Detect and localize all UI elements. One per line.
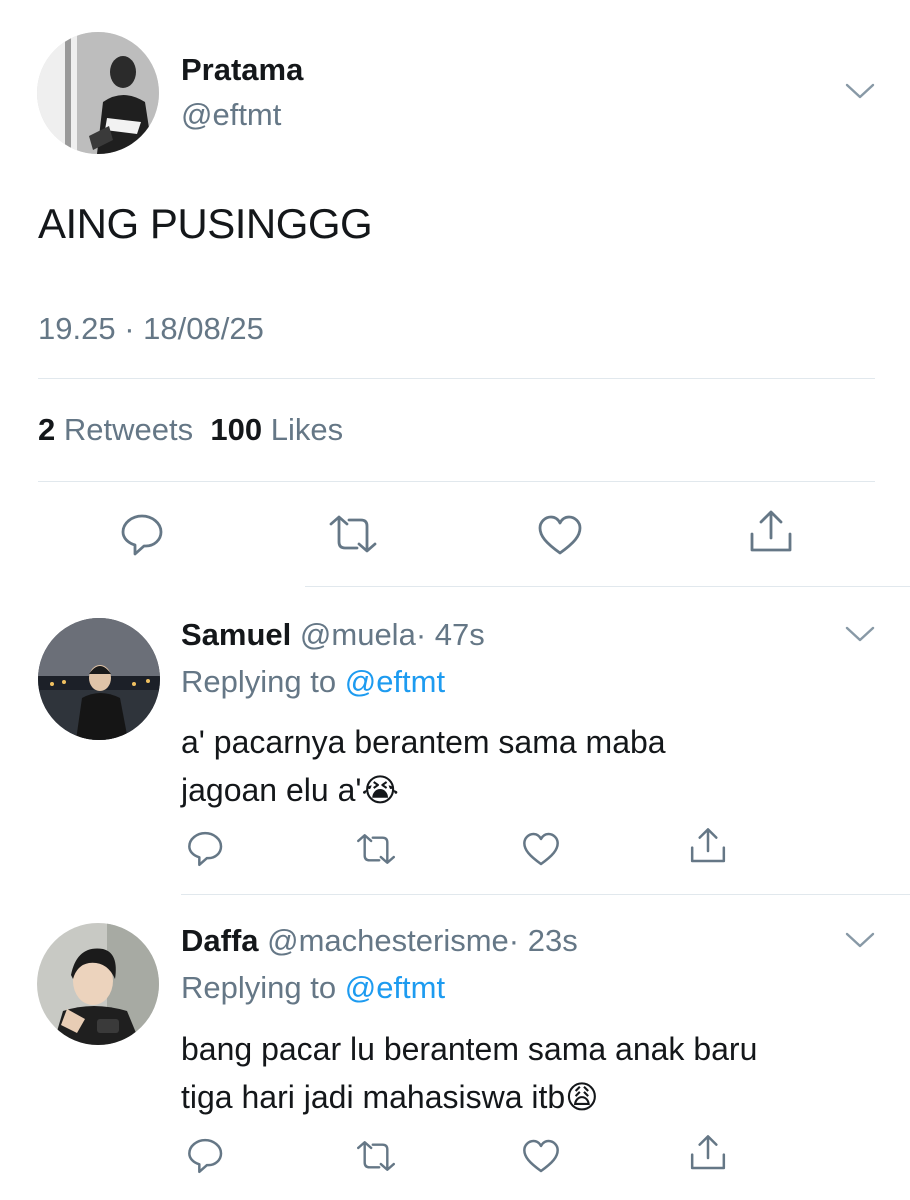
reply-header: Samuel @muela· 47s — [181, 617, 485, 653]
reply-author-handle[interactable]: @machesterisme — [267, 923, 509, 958]
likes-count: 100 — [210, 412, 263, 447]
divider — [181, 894, 910, 895]
divider — [305, 586, 910, 587]
replying-to: Replying to @eftmt — [181, 970, 445, 1006]
like-button[interactable] — [521, 830, 561, 868]
chevron-down-icon[interactable] — [845, 931, 875, 954]
crying-face-emoji: 😭 — [361, 772, 399, 808]
divider — [38, 378, 875, 379]
likes-stat[interactable]: 100 Likes — [210, 412, 343, 447]
reply-text-content: tiga hari jadi mahasiswa itb — [181, 1079, 566, 1115]
reply-button[interactable] — [186, 1137, 226, 1175]
reply-text: bang pacar lu berantem sama anak baru ti… — [181, 1025, 757, 1121]
share-button[interactable] — [688, 1133, 728, 1173]
share-button[interactable] — [688, 826, 728, 866]
timestamp-separator: · — [115, 311, 144, 346]
tweet-text: AING PUSINGGG — [38, 200, 373, 247]
reply-text-line: jagoan elu a'😭 — [181, 766, 666, 814]
tweet-stats: 2 Retweets 100 Likes — [38, 412, 343, 448]
reply-text: a' pacarnya berantem sama maba jagoan el… — [181, 718, 666, 814]
reply-text-content: jagoan elu a' — [181, 772, 362, 808]
tweet-time: 19.25 — [38, 311, 116, 346]
retweets-stat[interactable]: 2 Retweets — [38, 412, 193, 447]
replying-handle-link[interactable]: @eftmt — [345, 970, 445, 1005]
reply-age[interactable]: · 47s — [416, 617, 485, 652]
retweets-count: 2 — [38, 412, 56, 447]
share-button[interactable] — [747, 508, 795, 556]
reply-author-name[interactable]: Daffa — [181, 923, 259, 958]
reply-button[interactable] — [119, 513, 167, 557]
author-handle[interactable]: @eftmt — [181, 97, 281, 133]
replying-handle-link[interactable]: @eftmt — [345, 664, 445, 699]
retweet-button[interactable] — [355, 1139, 397, 1173]
reply-text-line: bang pacar lu berantem sama anak baru — [181, 1031, 758, 1067]
reply-author-handle[interactable]: @muela — [300, 617, 416, 652]
author-name[interactable]: Pratama — [181, 52, 303, 88]
tweet-timestamp[interactable]: 19.25 · 18/08/25 — [38, 311, 264, 347]
chevron-down-icon[interactable] — [845, 625, 875, 648]
retweets-label: Retweets — [63, 412, 194, 447]
retweet-button[interactable] — [327, 514, 379, 554]
chevron-down-icon[interactable] — [845, 82, 875, 105]
reply-text-line: tiga hari jadi mahasiswa itb😩 — [181, 1073, 757, 1121]
reply-header: Daffa @machesterisme· 23s — [181, 923, 578, 959]
reply-avatar[interactable] — [37, 923, 159, 1045]
like-button[interactable] — [521, 1137, 561, 1175]
like-button[interactable] — [536, 513, 584, 557]
replying-label: Replying to — [181, 970, 337, 1005]
reply-age[interactable]: · 23s — [509, 923, 578, 958]
author-avatar[interactable] — [37, 32, 159, 154]
likes-label: Likes — [270, 412, 344, 447]
reply-author-name[interactable]: Samuel — [181, 617, 291, 652]
tweet-date: 18/08/25 — [143, 311, 264, 346]
retweet-button[interactable] — [355, 832, 397, 866]
divider — [38, 481, 875, 482]
reply-button[interactable] — [186, 830, 226, 868]
reply-avatar[interactable] — [38, 618, 160, 740]
replying-label: Replying to — [181, 664, 337, 699]
reply-text-line: a' pacarnya berantem sama maba — [181, 724, 666, 760]
weary-face-emoji: 😩 — [565, 1079, 599, 1115]
replying-to: Replying to @eftmt — [181, 664, 445, 700]
